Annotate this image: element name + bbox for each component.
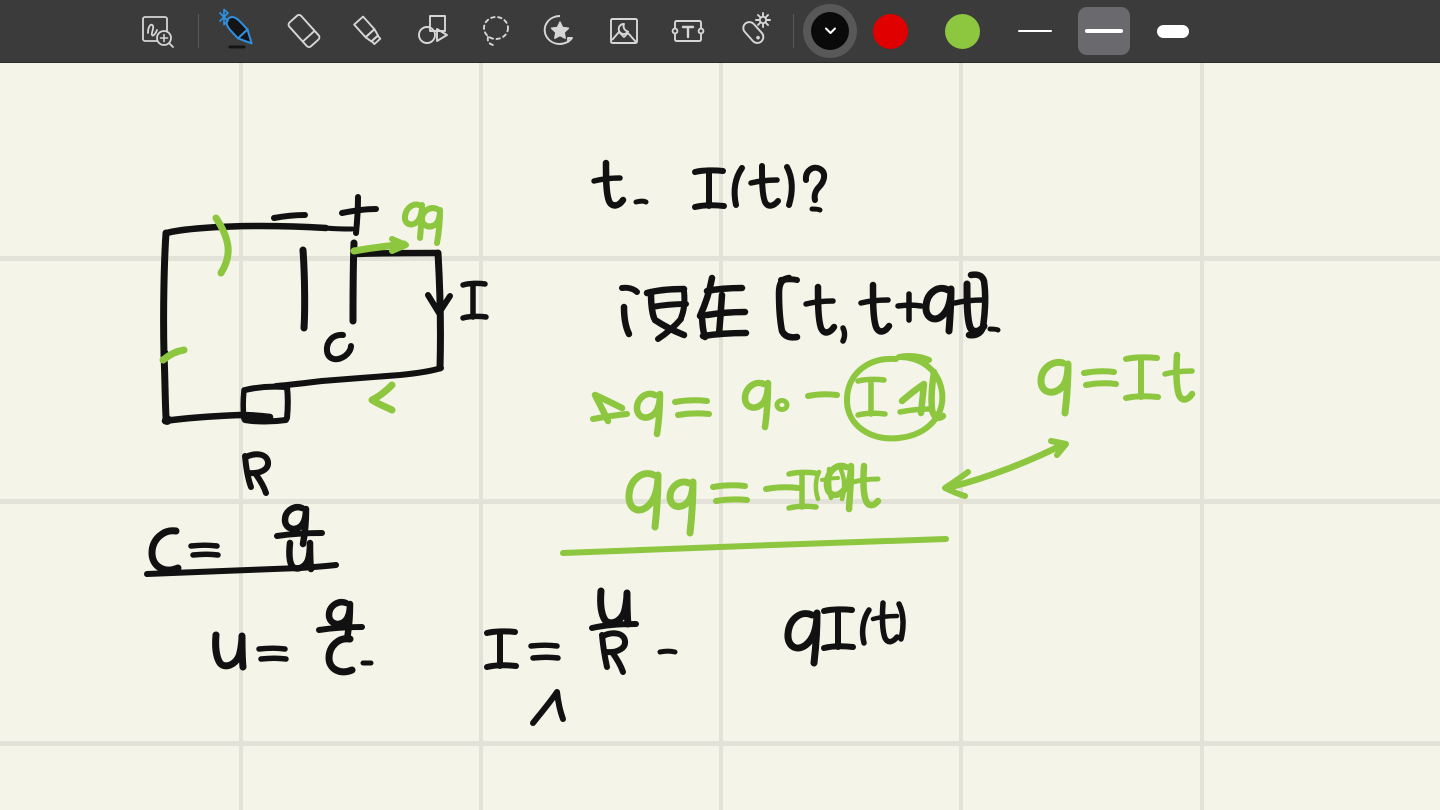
color-swatch-green[interactable] [935,4,989,58]
color-dot-green [944,13,980,49]
toolbar [0,0,1440,63]
stroke-thick-icon [1157,24,1189,38]
pen-tool[interactable] [212,7,268,55]
toolbar-divider-2 [793,14,794,48]
magic-wand-tool[interactable] [724,7,780,55]
insert-image-tool[interactable] [596,7,652,55]
sticker-tool[interactable] [532,7,588,55]
equation-voltage [212,599,374,676]
note-canvas[interactable] [0,63,1440,810]
circuit-diagram [160,222,453,425]
bluetooth-icon [217,8,231,26]
equation-capacitance [144,504,339,577]
app-window [0,0,1440,810]
lasso-select-icon [474,9,518,53]
lasso-select-tool[interactable] [468,7,524,55]
green-current-arrow-bottom [368,381,396,414]
color-dot-red [872,13,908,49]
question-current-of-t [591,159,828,213]
lasso-zoom-tool[interactable] [129,7,185,55]
toolbar-divider-1 [198,14,199,48]
stroke-medium-icon [1085,29,1123,33]
equation-dq [560,462,949,556]
capacitor-label [323,331,354,363]
magic-wand-icon [730,9,774,53]
current-label [460,280,489,321]
highlighter-icon [346,9,390,53]
eraser-icon [282,9,326,53]
dq-arrow [350,236,409,255]
chevron-down-icon [824,22,837,40]
shapes-icon [410,9,454,53]
highlighter-tool[interactable] [340,7,396,55]
eraser-tool[interactable] [276,7,332,55]
toolbar-left-spacer [0,31,125,32]
handwriting-strokes [144,159,1196,726]
equation-ohms-law [484,587,678,726]
stroke-width-thin[interactable] [1009,7,1061,55]
lasso-zoom-icon [137,11,177,51]
equation-q-equals-It [1037,351,1196,417]
color-swatch-black[interactable] [803,4,857,58]
color-swatch-red[interactable] [863,4,917,58]
text-box-icon [666,9,710,53]
equation-delta-q [590,353,947,442]
dq-label [401,201,443,246]
sticker-icon [538,9,582,53]
color-dot-black [811,12,849,50]
shapes-tool[interactable] [404,7,460,55]
ink-layer [0,63,1440,810]
green-pointer-arrow [942,438,1069,499]
interval-statement [619,271,1001,344]
stroke-thin-icon [1018,29,1052,33]
capacitor-minus-label [271,212,308,221]
text-box-tool[interactable] [660,7,716,55]
image-icon [602,9,646,53]
resistor-label [242,451,272,496]
label-dI-of-t [784,600,906,667]
stroke-width-medium[interactable] [1078,7,1130,55]
stroke-width-thick[interactable] [1147,7,1199,55]
